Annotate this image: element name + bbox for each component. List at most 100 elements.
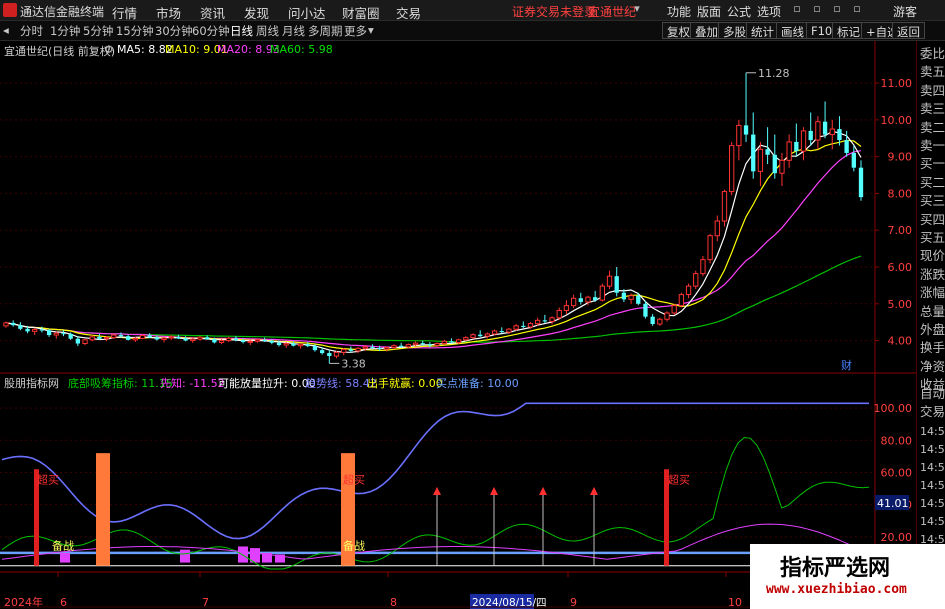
tab-60min[interactable]: 60分钟 [192,23,230,39]
orange-signal-bar [96,453,110,566]
menu-banmian[interactable]: 版面 [697,3,721,20]
btn-huaxian[interactable]: 画线 [776,22,809,39]
tab-fenshi[interactable]: 分时 [20,23,43,39]
tab-5min[interactable]: 5分钟 [83,23,113,39]
candle-body-down [427,344,433,346]
candle-body-down [614,276,619,293]
candle-body-down [18,325,23,329]
chart-background [0,41,916,609]
candle-body-up [254,339,261,342]
price-tick-label: 4.00 [888,335,913,348]
toolbar-back-icon[interactable]: ◂ [3,23,9,37]
price-tick-label: 7.00 [888,224,913,237]
candle-body-up [463,337,469,341]
side-field-label: 卖一 [920,138,945,153]
candle-body-down [97,336,102,339]
tab-daily[interactable]: 日线 [230,23,253,39]
candle-body-down [765,149,770,155]
candle-body-up [53,332,59,336]
login-notice[interactable]: 证券交易未登录 [512,3,596,20]
side-field-label: 净资 [920,358,945,374]
legend-chushoujiuying: 出手就赢: 0.00 [367,377,443,390]
indicator-tick-label: 100.00 [874,402,913,415]
candle-body-up [111,334,117,339]
candle-body-up [197,336,203,340]
quote-side-panel: 委比 卖五 卖四 卖三 卖二 卖一 买一 买二 买三 买四 买五 现价 涨跌 涨幅 总量 外盘 换手 净资 收益 自动… [916,41,945,609]
candle-body-up [247,340,253,343]
candle-body-up [455,339,462,343]
menu-shichang[interactable]: 市场 [156,3,181,22]
side-field-label: 换手 [920,340,945,356]
menu-zixun[interactable]: 资讯 [200,3,225,22]
candle-body-up [815,121,821,141]
menu-faxian[interactable]: 发现 [244,3,269,22]
menu-caifuquan[interactable]: 财富圈 [342,3,380,22]
btn-tongji[interactable]: 统计 [746,22,779,39]
candle-body-up [412,342,419,346]
candle-body-up [218,340,225,343]
candle-body-down [327,353,332,357]
candle-body-up [657,318,663,325]
menu-dropdown-icon[interactable]: ▾ [630,2,644,16]
side-auto-label[interactable]: 自动 [920,385,945,403]
btn-back[interactable]: 返回 [892,22,925,39]
candle-body-down [621,292,627,300]
candle-body-up [563,305,570,311]
candle-body-up [786,141,792,161]
candle-body-down [370,346,375,348]
side-field-label: 卖四 [920,82,945,98]
candle-body-down [772,154,777,174]
legend-qushixian: 趋势线: 58.42 [305,377,377,390]
candle-body-down [377,347,382,350]
prepare-label: 备战 [343,539,365,553]
side-field-label: 卖三 [920,101,945,117]
price-tick-label: 6.00 [888,261,913,274]
tab-more[interactable]: 更多 [344,23,367,39]
side-field-label: 涨幅 [920,285,945,301]
menu-xuanxiang[interactable]: 选项 [757,3,781,20]
candle-body-up [139,334,146,339]
candle-body-up [714,220,720,237]
window-option-icon[interactable]: ▫ [790,2,804,16]
candle-body-down [399,345,404,347]
candle-body-up [32,329,38,332]
candle-body-up [556,309,562,319]
candle-body-up [355,347,361,352]
candle-body-up [671,305,677,314]
tab-multi-period[interactable]: 多周期 [308,23,343,39]
side-trade-label[interactable]: 交易 [920,403,945,421]
candle-body-down [25,328,30,332]
window-option-icon-4[interactable]: ▫ [850,2,864,16]
candle-body-down [305,344,310,347]
candle-body-down [348,349,354,351]
window-option-icon-3[interactable]: ▫ [830,2,844,16]
window-option-icon-2[interactable]: ▫ [810,2,824,16]
menu-jiaoyi[interactable]: 交易 [396,3,421,22]
legend-kenengfangliang: 可能放量拉升: 0.00 [218,377,316,390]
candle-body-up [362,346,368,349]
candle-body-down [75,338,81,344]
candle-body-down [39,329,45,331]
stock-name-title: 宜通世纪 [588,5,637,19]
menu-wenxiaoda[interactable]: 问小达 [288,3,326,22]
tab-30min[interactable]: 30分钟 [155,23,193,39]
candle-body-up [779,159,785,174]
menu-gongneng[interactable]: 功能 [667,3,691,20]
candle-body-up [700,259,706,275]
menu-hangqing[interactable]: 行情 [112,3,137,22]
tab-15min[interactable]: 15分钟 [116,23,154,39]
tab-weekly[interactable]: 周线 [256,23,279,39]
more-dropdown-icon[interactable]: ▾ [368,23,374,37]
tab-1min[interactable]: 1分钟 [50,23,80,39]
legend-settings-icon[interactable]: ⚙ [104,43,114,56]
menu-gongshi[interactable]: 公式 [727,3,751,20]
guest-label[interactable]: 游客 [893,3,917,20]
candle-body-up [297,343,304,347]
candle-body-up [729,145,735,193]
candle-body-up [757,148,764,172]
chart-area[interactable]: 11.28 3.38 财 超买 超买 超买备战 备战 11.00 10.00 9.00 8.00… [0,41,916,609]
watermark-url: www.xuezhibiao.com [766,582,907,597]
candle-body-down [420,343,425,345]
candle-body-down [449,341,454,343]
tab-monthly[interactable]: 月线 [282,23,305,39]
